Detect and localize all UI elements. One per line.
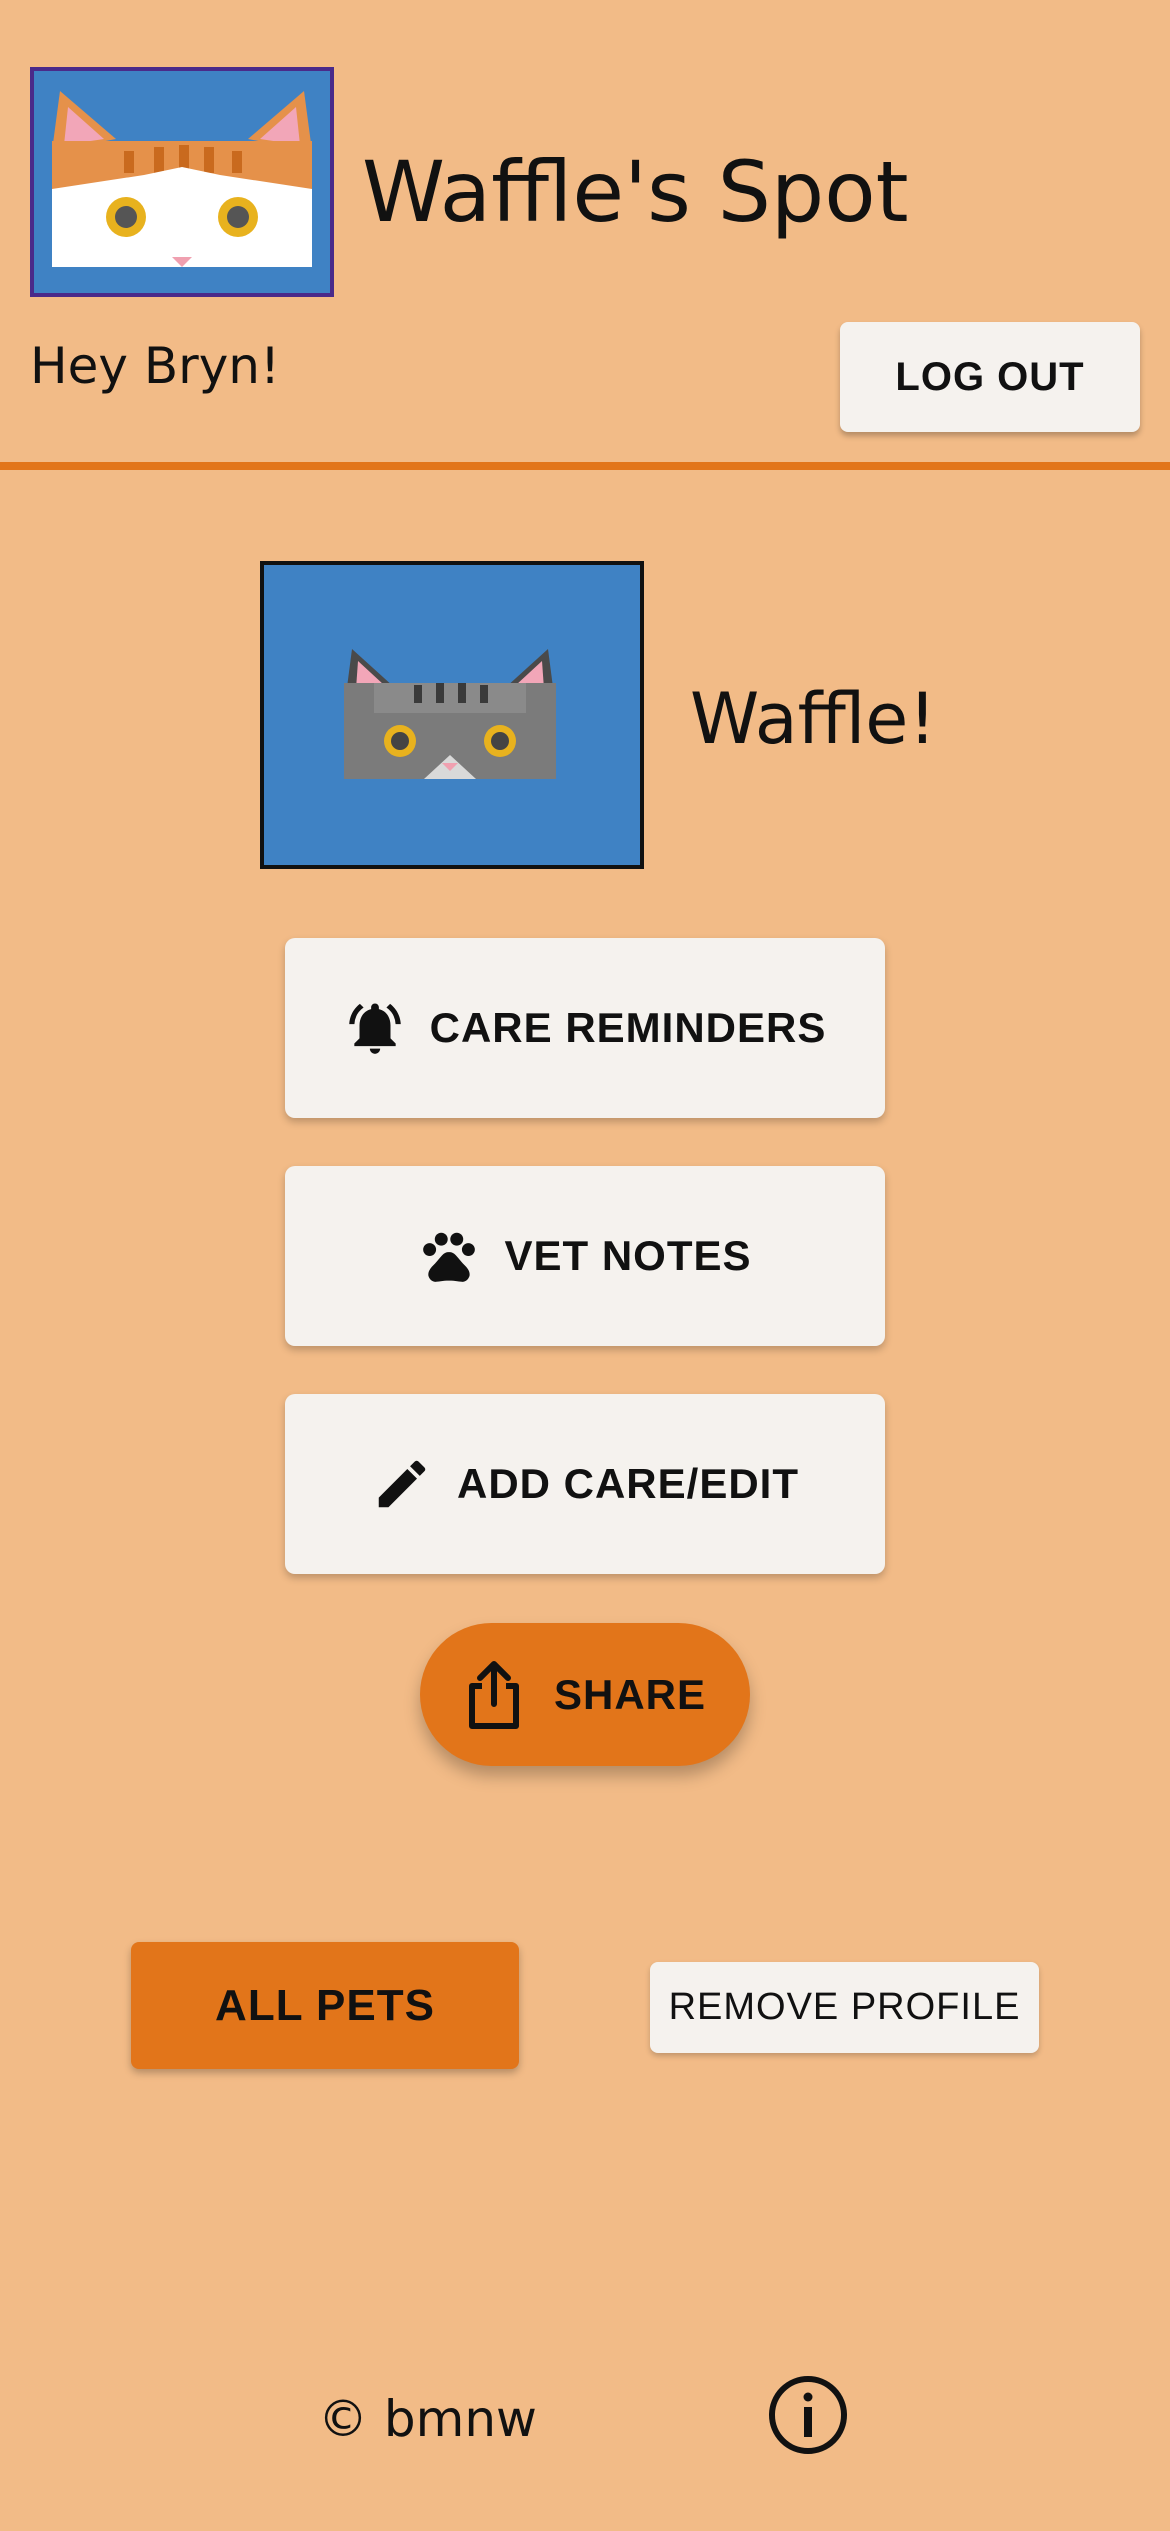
info-icon	[769, 2376, 847, 2454]
gray-tabby-cat-icon	[264, 565, 640, 865]
share-icon	[464, 1660, 524, 1730]
app-title: Waffle's Spot	[362, 143, 909, 241]
logout-button[interactable]: LOG OUT	[840, 322, 1140, 432]
add-care-edit-button[interactable]: ADD CARE/EDIT	[285, 1394, 885, 1574]
add-care-edit-label: ADD CARE/EDIT	[456, 1460, 799, 1507]
copyright-text: © bmnw	[318, 2390, 537, 2448]
care-reminders-label: CARE REMINDERS	[429, 1004, 827, 1051]
pet-photo	[260, 561, 644, 869]
bell-ringing-icon	[344, 997, 406, 1059]
all-pets-button[interactable]: ALL PETS	[131, 1942, 519, 2069]
pencil-icon	[371, 1453, 433, 1515]
pet-name: Waffle!	[690, 678, 937, 760]
share-button[interactable]: SHARE	[420, 1623, 750, 1766]
share-label: SHARE	[553, 1670, 707, 1718]
vet-notes-button[interactable]: VET NOTES	[285, 1166, 885, 1346]
info-button[interactable]	[768, 2375, 848, 2455]
paw-icon	[418, 1225, 480, 1287]
header-divider	[0, 462, 1170, 470]
orange-white-cat-icon	[34, 71, 330, 293]
remove-profile-button[interactable]: REMOVE PROFILE	[650, 1962, 1039, 2053]
app-logo	[30, 67, 334, 297]
greeting-text: Hey Bryn!	[30, 337, 281, 395]
vet-notes-label: VET NOTES	[504, 1232, 752, 1279]
care-reminders-button[interactable]: CARE REMINDERS	[285, 938, 885, 1118]
